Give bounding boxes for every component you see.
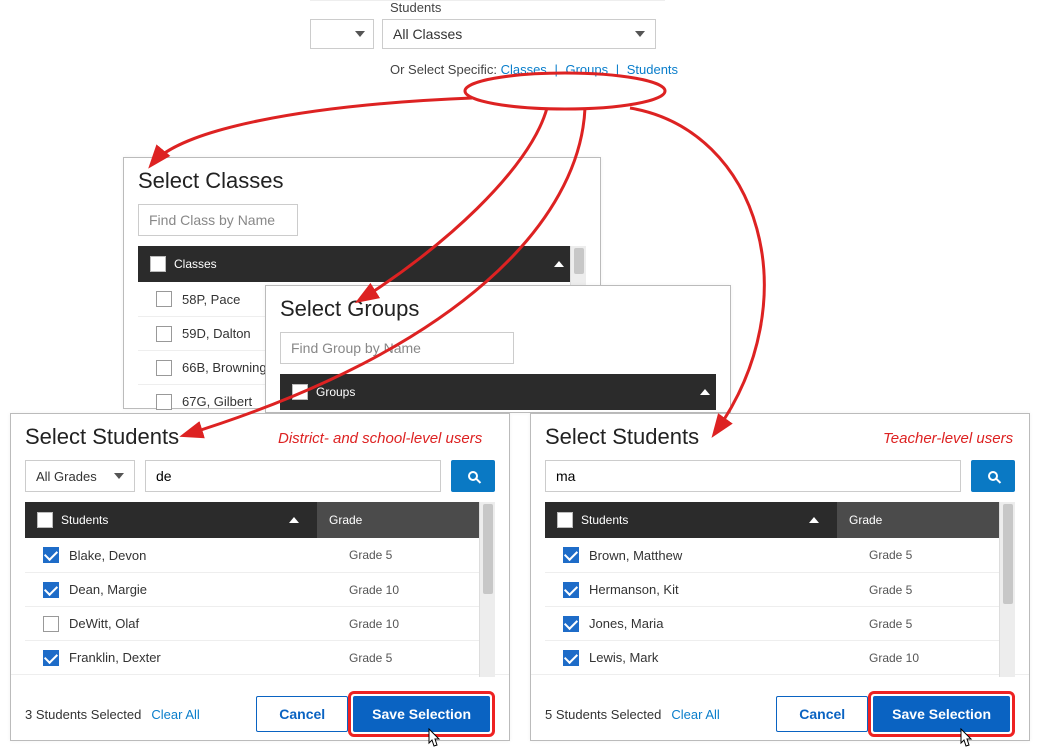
sort-up-icon bbox=[289, 517, 299, 523]
checkbox[interactable] bbox=[156, 326, 172, 342]
cursor-icon bbox=[958, 728, 974, 750]
classes-header-label: Classes bbox=[174, 257, 217, 271]
select-specific-line: Or Select Specific: Classes | Groups | S… bbox=[390, 62, 678, 77]
student-name: Blake, Devon bbox=[69, 548, 349, 563]
save-highlight: Save Selection bbox=[348, 691, 495, 737]
checkbox[interactable] bbox=[563, 650, 579, 666]
find-class-input[interactable] bbox=[138, 204, 298, 236]
student-name: Dean, Margie bbox=[69, 582, 349, 597]
cancel-button[interactable]: Cancel bbox=[256, 696, 348, 732]
classes-dropdown-value: All Classes bbox=[393, 26, 462, 42]
students-header-bar: Students Grade bbox=[25, 502, 479, 538]
chevron-down-icon bbox=[355, 31, 365, 37]
student-grade: Grade 10 bbox=[349, 583, 479, 597]
student-grade: Grade 5 bbox=[869, 548, 999, 562]
checkbox[interactable] bbox=[43, 582, 59, 598]
checkbox[interactable] bbox=[156, 360, 172, 376]
save-highlight: Save Selection bbox=[868, 691, 1015, 737]
student-grade: Grade 5 bbox=[349, 548, 479, 562]
classes-link[interactable]: Classes bbox=[501, 62, 547, 77]
panel-footer: 5 Students Selected Clear All Cancel Sav… bbox=[531, 674, 1029, 751]
table-row[interactable]: Jones, MariaGrade 5 bbox=[545, 606, 999, 640]
grade-column-header: Grade bbox=[317, 502, 479, 538]
student-name: Jones, Maria bbox=[589, 616, 869, 631]
classes-dropdown[interactable]: All Classes bbox=[382, 19, 656, 49]
checkbox[interactable] bbox=[43, 547, 59, 563]
annotation-teacher: Teacher-level users bbox=[883, 430, 1013, 447]
student-search-input[interactable] bbox=[545, 460, 961, 492]
scrollbar[interactable] bbox=[479, 502, 495, 677]
select-all-checkbox[interactable] bbox=[557, 512, 573, 528]
select-all-checkbox[interactable] bbox=[150, 256, 166, 272]
student-grade: Grade 5 bbox=[349, 651, 479, 665]
students-label: Students bbox=[390, 0, 678, 15]
table-row[interactable]: Hermanson, KitGrade 5 bbox=[545, 572, 999, 606]
students-link[interactable]: Students bbox=[627, 62, 678, 77]
save-selection-button[interactable]: Save Selection bbox=[873, 696, 1010, 732]
student-name: Franklin, Dexter bbox=[69, 650, 349, 665]
cancel-button[interactable]: Cancel bbox=[776, 696, 868, 732]
sort-up-icon bbox=[809, 517, 819, 523]
table-row[interactable]: Franklin, DexterGrade 5 bbox=[25, 640, 479, 674]
scrollbar[interactable] bbox=[999, 502, 1015, 677]
checkbox[interactable] bbox=[156, 394, 172, 410]
student-grade: Grade 10 bbox=[869, 651, 999, 665]
search-button[interactable] bbox=[971, 460, 1015, 492]
select-all-checkbox[interactable] bbox=[292, 384, 308, 400]
panel-title: Select Classes bbox=[138, 168, 586, 194]
grade-column-header: Grade bbox=[837, 502, 999, 538]
student-name: Lewis, Mark bbox=[589, 650, 869, 665]
chevron-down-icon bbox=[114, 473, 124, 479]
find-group-input[interactable] bbox=[280, 332, 514, 364]
save-selection-button[interactable]: Save Selection bbox=[353, 696, 490, 732]
table-row[interactable]: DeWitt, OlafGrade 10 bbox=[25, 606, 479, 640]
separator: | bbox=[550, 62, 561, 77]
checkbox[interactable] bbox=[156, 291, 172, 307]
panel-title: Select Groups bbox=[280, 296, 716, 322]
checkbox[interactable] bbox=[43, 616, 59, 632]
student-grade: Grade 5 bbox=[869, 617, 999, 631]
checkbox[interactable] bbox=[563, 547, 579, 563]
checkbox[interactable] bbox=[563, 616, 579, 632]
selected-count: 5 Students Selected bbox=[545, 707, 661, 722]
students-header-bar: Students Grade bbox=[545, 502, 999, 538]
leading-dropdown[interactable] bbox=[310, 19, 374, 49]
groups-header-bar: Groups bbox=[280, 374, 716, 410]
student-search-input[interactable] bbox=[145, 460, 441, 492]
grades-dropdown[interactable]: All Grades bbox=[25, 460, 135, 492]
student-grade: Grade 5 bbox=[869, 583, 999, 597]
student-name: DeWitt, Olaf bbox=[69, 616, 349, 631]
top-filter-area: Students All Classes Or Select Specific:… bbox=[310, 0, 678, 77]
separator: | bbox=[612, 62, 623, 77]
annotation-district: District- and school-level users bbox=[278, 430, 482, 447]
search-icon bbox=[468, 471, 478, 481]
selected-count: 3 Students Selected bbox=[25, 707, 141, 722]
checkbox[interactable] bbox=[43, 650, 59, 666]
table-row[interactable]: Dean, MargieGrade 10 bbox=[25, 572, 479, 606]
cursor-icon bbox=[426, 728, 442, 750]
checkbox[interactable] bbox=[563, 582, 579, 598]
clear-all-link[interactable]: Clear All bbox=[671, 707, 719, 722]
table-row[interactable]: Lewis, MarkGrade 10 bbox=[545, 640, 999, 674]
groups-header-label: Groups bbox=[316, 385, 355, 399]
groups-link[interactable]: Groups bbox=[565, 62, 608, 77]
table-row[interactable]: Blake, DevonGrade 5 bbox=[25, 538, 479, 572]
select-students-left-panel: Select Students All Grades Students Grad… bbox=[10, 413, 510, 741]
sort-up-icon bbox=[554, 261, 564, 267]
student-grade: Grade 10 bbox=[349, 617, 479, 631]
student-name: Hermanson, Kit bbox=[589, 582, 869, 597]
select-students-right-panel: Select Students Students Grade Brown, Ma… bbox=[530, 413, 1030, 741]
search-icon bbox=[988, 471, 998, 481]
select-groups-panel: Select Groups Groups bbox=[265, 285, 731, 413]
table-row[interactable]: Brown, MatthewGrade 5 bbox=[545, 538, 999, 572]
clear-all-link[interactable]: Clear All bbox=[151, 707, 199, 722]
chevron-down-icon bbox=[635, 31, 645, 37]
student-name: Brown, Matthew bbox=[589, 548, 869, 563]
sort-up-icon bbox=[700, 389, 710, 395]
search-button[interactable] bbox=[451, 460, 495, 492]
select-all-checkbox[interactable] bbox=[37, 512, 53, 528]
classes-header-bar: Classes bbox=[138, 246, 570, 282]
